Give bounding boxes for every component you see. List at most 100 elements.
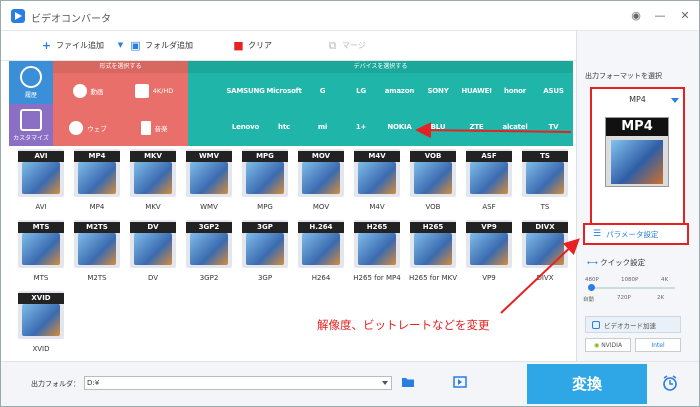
format-tile[interactable]: H265 H265 for MKV (401, 220, 465, 291)
format-thumbnail (78, 233, 116, 265)
format-thumbnail (526, 162, 564, 194)
format-label: 3GP2 (199, 274, 219, 282)
category-panel: 履歴 カスタマイズ 形式を選択する 動画 4K/HD ウェブ 音楽 デバイスを選… (9, 61, 573, 146)
format-tile[interactable]: M2TS M2TS (65, 220, 129, 291)
format-tile[interactable]: WMV WMV (177, 149, 241, 220)
format-tile[interactable]: DIVX DIVX (513, 220, 577, 291)
slider-label-auto: 自動 (583, 297, 595, 303)
format-tile[interactable]: TS TS (513, 149, 577, 220)
device-brand-item[interactable]: Lenovo (227, 109, 265, 145)
format-tile[interactable]: 3GP 3GP (233, 220, 297, 291)
output-folder-input[interactable]: D:¥ (84, 376, 392, 390)
chevron-down-icon[interactable] (382, 381, 388, 385)
device-brand-item[interactable] (188, 73, 226, 109)
format-tile[interactable]: DV DV (121, 220, 185, 291)
device-brand-item[interactable]: SAMSUNG (226, 73, 265, 109)
close-button[interactable]: ✕ (674, 7, 696, 25)
format-icon: 3GP (242, 220, 288, 268)
format-tile[interactable]: MP4 MP4 (65, 149, 129, 220)
gpu-acceleration[interactable]: ビデオカード加速 (585, 316, 681, 333)
format-label: VP9 (482, 274, 496, 282)
nvidia-eye-icon: ◉ (593, 341, 600, 349)
format-tile[interactable]: MTS MTS (9, 220, 73, 291)
format-label: ASF (482, 203, 496, 211)
format-icon: H265 (354, 220, 400, 268)
format-icon: DIVX (522, 220, 568, 268)
format-label: XVID (32, 345, 50, 353)
add-folder-button[interactable]: ▼ ▣ フォルダ追加 (115, 40, 193, 51)
device-brand-item[interactable]: mi (304, 109, 342, 145)
format-thumbnail (470, 233, 508, 265)
device-brand-item[interactable]: honor (496, 73, 534, 109)
history-tab[interactable]: 履歴 (9, 61, 53, 103)
format-thumbnail (470, 162, 508, 194)
device-brand-item[interactable]: ZTE (458, 109, 496, 145)
alarm-clock-icon[interactable] (661, 374, 679, 392)
device-brand-item[interactable]: NOKIA (381, 109, 419, 145)
format-tile[interactable]: MPG MPG (233, 149, 297, 220)
parameter-settings-button[interactable]: ☰ パラメータ設定 (583, 223, 689, 245)
chevron-down-icon[interactable] (671, 98, 679, 103)
device-brand-item[interactable]: Microsoft (265, 73, 303, 109)
format-category-panel: 形式を選択する 動画 4K/HD ウェブ 音楽 (53, 61, 188, 146)
format-icon-name: 3GP (242, 222, 288, 233)
format-tile[interactable]: VP9 VP9 (457, 220, 521, 291)
folder-icon[interactable] (401, 376, 415, 388)
format-icon-name: MOV (298, 151, 344, 162)
slider-label-1080p: 1080P (621, 277, 639, 283)
4k-hd-label: 4K/HD (152, 87, 174, 95)
device-brand-item[interactable]: LG (342, 73, 380, 109)
trash-icon: ■ (233, 39, 244, 52)
app-logo-icon (11, 9, 25, 23)
minimize-button[interactable]: — (649, 7, 671, 25)
device-brand-item[interactable]: amazon (381, 73, 419, 109)
device-brand-item[interactable]: ASUS (535, 73, 573, 109)
device-header: デバイスを選択する (188, 61, 573, 73)
4k-hd-category[interactable]: 4K/HD (121, 73, 187, 109)
customize-tab[interactable]: カスタマイズ (9, 104, 53, 146)
format-tile[interactable]: 3GP2 3GP2 (177, 220, 241, 291)
format-icon-name: MPG (242, 151, 288, 162)
device-brand-item[interactable]: 1+ (342, 109, 380, 145)
format-tile[interactable]: MKV MKV (121, 149, 185, 220)
device-brand-item[interactable]: G (304, 73, 342, 109)
annotation-text: 解像度、ビットレートなどを変更 (317, 318, 490, 332)
chrome-icon (69, 121, 84, 135)
format-tile[interactable]: M4V M4V (345, 149, 409, 220)
intel-badge: Intel (635, 338, 681, 352)
add-file-button[interactable]: + ファイル追加 (41, 40, 104, 51)
device-brand-item[interactable]: TV (535, 109, 573, 145)
format-icon: 3GP2 (186, 220, 232, 268)
format-icon-name: DV (130, 222, 176, 233)
clear-button[interactable]: ■ クリア (233, 40, 272, 51)
convert-button[interactable]: 変換 (527, 364, 647, 404)
device-brand-item[interactable]: alcatel (496, 109, 534, 145)
device-brand-item[interactable] (188, 109, 226, 145)
format-tile[interactable]: H.264 H264 (289, 220, 353, 291)
music-category[interactable]: 音楽 (121, 110, 187, 146)
format-tile[interactable]: ASF ASF (457, 149, 521, 220)
format-label: H264 (311, 274, 331, 282)
format-tile[interactable]: H265 H265 for MP4 (345, 220, 409, 291)
output-format-selector[interactable]: MP4 MP4 (590, 87, 685, 225)
device-brand-item[interactable]: htc (265, 109, 303, 145)
format-tile[interactable]: MOV MOV (289, 149, 353, 220)
device-brand-item[interactable]: HUAWEI (458, 73, 496, 109)
device-brand-item[interactable]: SONY (419, 73, 457, 109)
format-icon-name: TS (522, 151, 568, 162)
format-tile[interactable]: XVID XVID (9, 291, 73, 362)
video-category[interactable]: 動画 (55, 73, 121, 109)
format-icon-name: DIVX (522, 222, 568, 233)
format-icon: XVID (18, 291, 64, 339)
slider-knob[interactable] (588, 284, 595, 291)
resolution-slider[interactable] (588, 284, 675, 291)
device-brand-item[interactable]: BLU (419, 109, 457, 145)
merge-button[interactable]: ⧉ マージ (327, 40, 366, 51)
format-tile[interactable]: VOB VOB (401, 149, 465, 220)
quick-arrow-icon: ⟷ (587, 258, 598, 267)
format-tile[interactable]: AVI AVI (9, 149, 73, 220)
bottom-bar: 出力フォルダ： D:¥ 変換 (1, 361, 699, 406)
web-category[interactable]: ウェブ (55, 110, 121, 146)
pin-icon[interactable]: ◉ (625, 7, 647, 25)
open-folder-icon[interactable] (453, 376, 467, 388)
